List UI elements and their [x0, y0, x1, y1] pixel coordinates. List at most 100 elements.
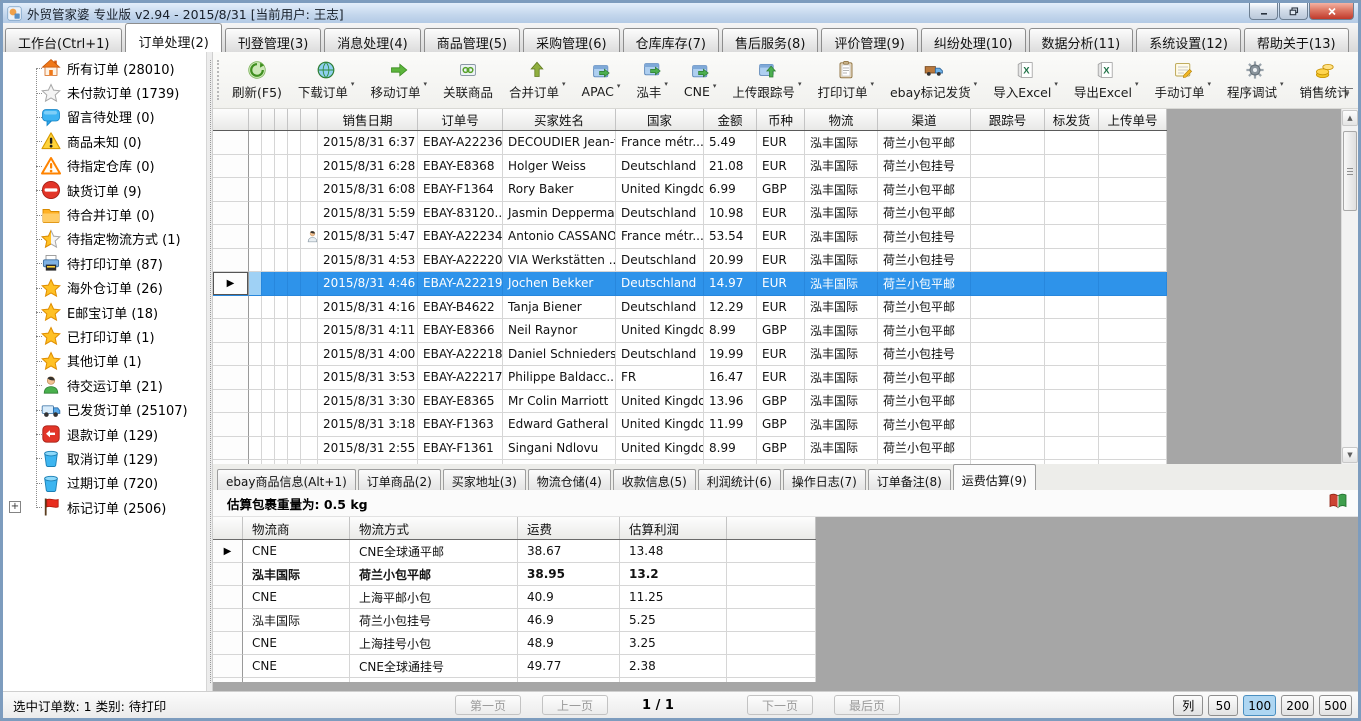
- page-size-50-button[interactable]: 50: [1208, 695, 1238, 716]
- order-row-11[interactable]: 2015/8/31 3:53EBAY-A22217Philippe Baldac…: [213, 366, 1167, 390]
- toolbar-button-9[interactable]: 上传跟踪号▾: [725, 57, 808, 104]
- toolbar-button-10[interactable]: 打印订单▾: [810, 57, 881, 104]
- sidebar-item-9[interactable]: 待打印订单 (87): [3, 251, 206, 275]
- scroll-down-icon[interactable]: ▼: [1342, 447, 1358, 463]
- column-header[interactable]: 金额: [704, 109, 757, 130]
- dropdown-arrow-icon[interactable]: ▾: [664, 80, 668, 88]
- toolbar-button-1[interactable]: 刷新(F5): [225, 57, 289, 104]
- menu-tab-4[interactable]: 消息处理(4): [324, 28, 420, 52]
- order-row-9[interactable]: 2015/8/31 4:11EBAY-E8366Neil RaynorUnite…: [213, 319, 1167, 343]
- order-row-1[interactable]: 2015/8/31 6:37EBAY-A22236DECOUDIER Jean-…: [213, 131, 1167, 155]
- expand-plus-icon[interactable]: +: [9, 501, 21, 513]
- freight-row-3[interactable]: CNE上海平邮小包40.911.25: [213, 586, 816, 609]
- menu-tab-2[interactable]: 订单处理(2): [125, 23, 221, 52]
- sidebar-item-1[interactable]: 所有订单 (28010): [3, 56, 206, 80]
- detail-tab-3[interactable]: 买家地址(3): [443, 469, 526, 490]
- freight-row-1[interactable]: ▶CNECNE全球通平邮38.6713.48: [213, 540, 816, 563]
- sidebar-item-14[interactable]: 待交运订单 (21): [3, 373, 206, 397]
- dropdown-arrow-icon[interactable]: ▾: [617, 82, 621, 90]
- scroll-up-icon[interactable]: ▲: [1342, 110, 1358, 126]
- dropdown-arrow-icon[interactable]: ▾: [713, 82, 717, 90]
- order-row-14[interactable]: 2015/8/31 2:55EBAY-F1361Singani NdlovuUn…: [213, 437, 1167, 461]
- menu-tab-13[interactable]: 帮助关于(13): [1244, 28, 1349, 52]
- toolbar-overflow-button[interactable]: ▼: [1341, 88, 1353, 98]
- order-row-10[interactable]: 2015/8/31 4:00EBAY-A22218Daniel Schniede…: [213, 343, 1167, 367]
- dropdown-arrow-icon[interactable]: ▾: [798, 80, 802, 88]
- sidebar-item-4[interactable]: 商品未知 (0): [3, 129, 206, 153]
- dropdown-arrow-icon[interactable]: ▾: [1054, 80, 1058, 88]
- column-header[interactable]: 买家姓名: [503, 109, 616, 130]
- freight-row-6[interactable]: CNECNE全球通挂号49.772.38: [213, 655, 816, 678]
- order-row-5[interactable]: 2015/8/31 5:47EBAY-A22234Antonio CASSANO…: [213, 225, 1167, 249]
- toolbar-button-6[interactable]: APAC▾: [575, 59, 628, 102]
- freight-column-header[interactable]: 估算利润: [620, 517, 727, 539]
- dropdown-arrow-icon[interactable]: ▾: [1135, 80, 1139, 88]
- restore-button[interactable]: [1279, 3, 1308, 20]
- sidebar-item-2[interactable]: 未付款订单 (1739): [3, 80, 206, 104]
- menu-tab-8[interactable]: 售后服务(8): [722, 28, 818, 52]
- toolbar-button-12[interactable]: X导入Excel▾: [986, 57, 1065, 104]
- freight-row-5[interactable]: CNE上海挂号小包48.93.25: [213, 632, 816, 655]
- toolbar-button-14[interactable]: 手动订单▾: [1147, 57, 1218, 104]
- freight-row-4[interactable]: 泓丰国际荷兰小包挂号46.95.25: [213, 609, 816, 632]
- freight-row-7[interactable]: 全球快客: [213, 678, 816, 682]
- menu-tab-9[interactable]: 评价管理(9): [821, 28, 917, 52]
- dropdown-arrow-icon[interactable]: ▾: [562, 80, 566, 88]
- dropdown-arrow-icon[interactable]: ▾: [423, 80, 427, 88]
- prev-page-button[interactable]: 上一页: [542, 695, 608, 715]
- detail-tab-4[interactable]: 物流仓储(4): [528, 469, 611, 490]
- page-size-100-button[interactable]: 100: [1243, 695, 1276, 716]
- sidebar-item-15[interactable]: 已发货订单 (25107): [3, 397, 206, 421]
- sidebar-item-17[interactable]: 取消订单 (129): [3, 446, 206, 470]
- toolbar-button-7[interactable]: 泓丰▾: [629, 57, 675, 104]
- column-header[interactable]: 跟踪号: [971, 109, 1045, 130]
- order-row-13[interactable]: 2015/8/31 3:18EBAY-F1363Edward GatheralU…: [213, 413, 1167, 437]
- menu-tab-5[interactable]: 商品管理(5): [424, 28, 520, 52]
- sidebar-item-12[interactable]: 已打印订单 (1): [3, 324, 206, 348]
- first-page-button[interactable]: 第一页: [455, 695, 521, 715]
- vertical-scrollbar[interactable]: ▲ ▼: [1341, 109, 1358, 464]
- order-row-7[interactable]: ▶2015/8/31 4:46EBAY-A22219Jochen BekkerD…: [213, 272, 1167, 296]
- sidebar-item-13[interactable]: 其他订单 (1): [3, 349, 206, 373]
- toolbar-button-13[interactable]: X导出Excel▾: [1067, 57, 1146, 104]
- toolbar-button-11[interactable]: ebay标记发货▾: [883, 57, 984, 104]
- column-header[interactable]: 标发货: [1045, 109, 1099, 130]
- toolbar-button-15[interactable]: 程序调试▾: [1220, 57, 1291, 104]
- columns-button[interactable]: 列: [1173, 695, 1203, 716]
- menu-tab-11[interactable]: 数据分析(11): [1029, 28, 1134, 52]
- sidebar-item-10[interactable]: 海外仓订单 (26): [3, 276, 206, 300]
- detail-tab-8[interactable]: 订单备注(8): [868, 469, 951, 490]
- sidebar-item-11[interactable]: E邮宝订单 (18): [3, 300, 206, 324]
- toolbar-button-4[interactable]: 关联商品: [436, 57, 500, 104]
- page-size-200-button[interactable]: 200: [1281, 695, 1314, 716]
- toolbar-button-5[interactable]: 合并订单▾: [502, 57, 573, 104]
- freight-column-header[interactable]: 物流方式: [350, 517, 518, 539]
- close-button[interactable]: [1309, 3, 1354, 20]
- detail-tab-7[interactable]: 操作日志(7): [783, 469, 866, 490]
- order-row-12[interactable]: 2015/8/31 3:30EBAY-E8365Mr Colin Marriot…: [213, 390, 1167, 414]
- order-row-4[interactable]: 2015/8/31 5:59EBAY-83120...Jasmin Depper…: [213, 202, 1167, 226]
- sidebar-splitter[interactable]: [206, 52, 213, 691]
- menu-tab-10[interactable]: 纠纷处理(10): [921, 28, 1026, 52]
- dropdown-arrow-icon[interactable]: ▾: [1280, 80, 1284, 88]
- dropdown-arrow-icon[interactable]: ▾: [351, 80, 355, 88]
- toolbar-button-2[interactable]: 下载订单▾: [291, 57, 362, 104]
- minimize-button[interactable]: [1249, 3, 1278, 20]
- order-row-6[interactable]: 2015/8/31 4:53EBAY-A22220VIA Werkstätten…: [213, 249, 1167, 273]
- menu-tab-3[interactable]: 刊登管理(3): [225, 28, 321, 52]
- freight-column-header[interactable]: 物流商: [243, 517, 350, 539]
- column-header[interactable]: 币种: [757, 109, 805, 130]
- dropdown-arrow-icon[interactable]: ▾: [974, 80, 978, 88]
- menu-tab-6[interactable]: 采购管理(6): [523, 28, 619, 52]
- toolbar-button-3[interactable]: 移动订单▾: [363, 57, 434, 104]
- last-page-button[interactable]: 最后页: [834, 695, 900, 715]
- manual-book-icon[interactable]: [1328, 492, 1348, 510]
- order-row-3[interactable]: 2015/8/31 6:08EBAY-F1364Rory BakerUnited…: [213, 178, 1167, 202]
- column-header[interactable]: 上传单号: [1099, 109, 1167, 130]
- detail-tab-5[interactable]: 收款信息(5): [613, 469, 696, 490]
- detail-tab-6[interactable]: 利润统计(6): [698, 469, 781, 490]
- order-row-2[interactable]: 2015/8/31 6:28EBAY-E8368Holger WeissDeut…: [213, 155, 1167, 179]
- column-header[interactable]: 订单号: [418, 109, 503, 130]
- column-header[interactable]: 物流: [805, 109, 878, 130]
- sidebar-item-18[interactable]: 过期订单 (720): [3, 471, 206, 495]
